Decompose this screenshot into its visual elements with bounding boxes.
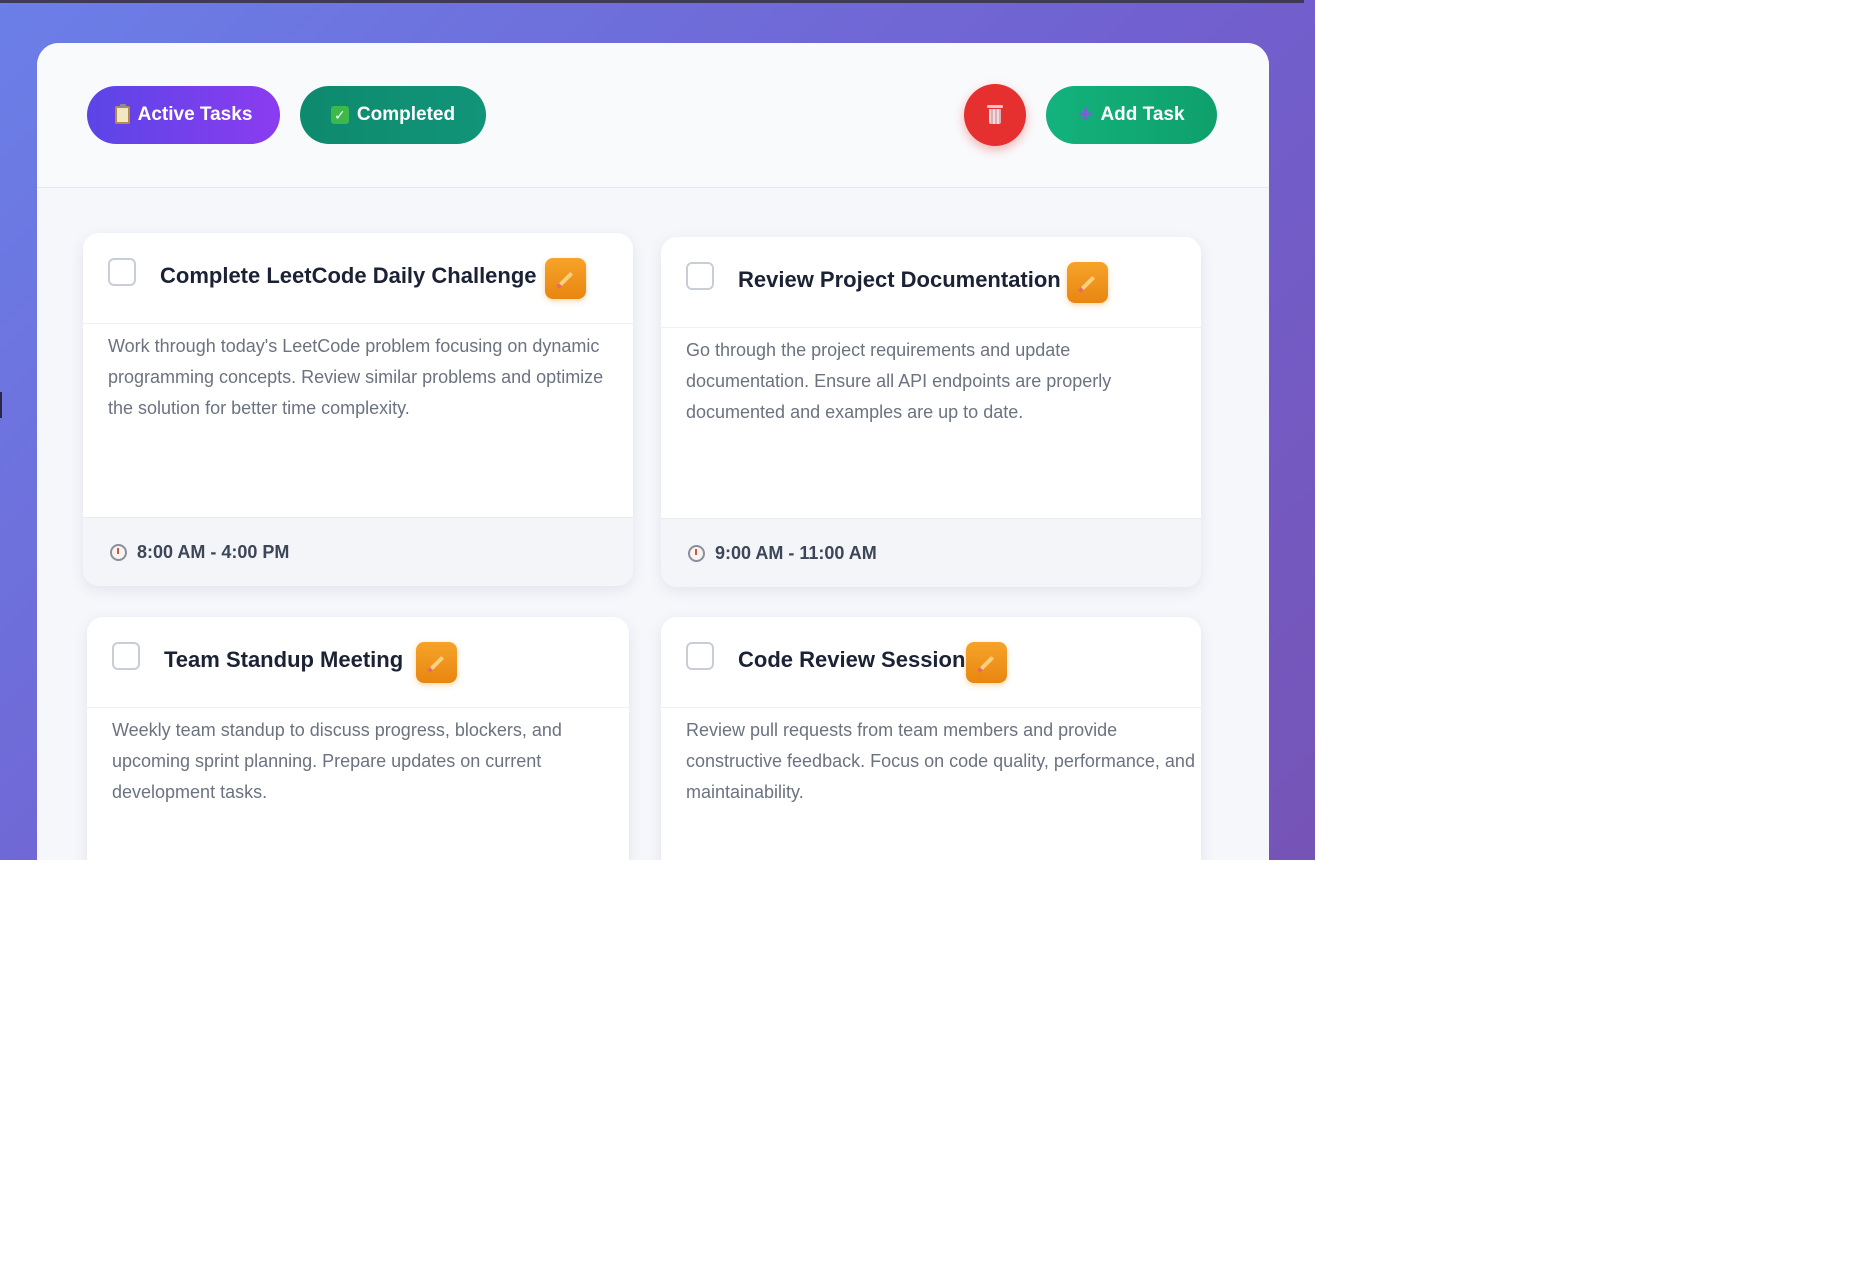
task-footer: 8:00 AM - 4:00 PM xyxy=(83,517,633,586)
task-footer: 9:00 AM - 11:00 AM xyxy=(661,518,1201,587)
task-title: Team Standup Meeting xyxy=(164,647,404,672)
task-title: Code Review Session xyxy=(738,647,966,672)
app-background: Active Tasks ✓ Completed + Add Task Comp… xyxy=(0,0,1315,860)
edit-button[interactable] xyxy=(966,642,1007,683)
add-task-button[interactable]: + Add Task xyxy=(1046,86,1217,144)
pencil-icon xyxy=(429,655,444,670)
pencil-icon xyxy=(1080,275,1095,290)
completed-tab[interactable]: ✓ Completed xyxy=(300,86,486,144)
task-card: Complete LeetCode Daily Challenge Work t… xyxy=(83,233,633,586)
task-time: 9:00 AM - 11:00 AM xyxy=(715,543,877,563)
task-description: Go through the project requirements and … xyxy=(686,340,1112,422)
active-tasks-tab[interactable]: Active Tasks xyxy=(87,86,280,144)
clock-icon xyxy=(688,545,705,562)
task-card: Team Standup Meeting Weekly team standup… xyxy=(87,617,629,860)
completed-label: Completed xyxy=(356,104,456,125)
edit-button[interactable] xyxy=(545,258,586,299)
task-card-header: Team Standup Meeting xyxy=(87,617,629,708)
edit-button[interactable] xyxy=(1067,262,1108,303)
edit-button[interactable] xyxy=(416,642,457,683)
add-task-label: Add Task xyxy=(1100,104,1185,125)
task-description: Review pull requests from team members a… xyxy=(686,720,1195,802)
task-card: Code Review Session Review pull requests… xyxy=(661,617,1201,860)
delete-button[interactable] xyxy=(964,84,1026,146)
task-card: Review Project Documentation Go through … xyxy=(661,237,1201,587)
task-title: Complete LeetCode Daily Challenge xyxy=(160,263,537,288)
task-card-header: Code Review Session xyxy=(661,617,1201,708)
task-checkbox[interactable] xyxy=(686,262,714,290)
task-card-header: Review Project Documentation xyxy=(661,237,1201,328)
check-box-icon: ✓ xyxy=(330,106,349,124)
trash-icon xyxy=(986,105,1004,125)
plus-icon: + xyxy=(1078,101,1093,128)
clipboard-icon xyxy=(114,104,130,124)
pencil-icon xyxy=(979,655,994,670)
task-card-header: Complete LeetCode Daily Challenge xyxy=(83,233,633,324)
scroll-marker xyxy=(0,392,2,418)
task-checkbox[interactable] xyxy=(108,258,136,286)
toolbar: Active Tasks ✓ Completed + Add Task xyxy=(37,43,1269,188)
task-description: Work through today's LeetCode problem fo… xyxy=(108,336,604,418)
active-tasks-label: Active Tasks xyxy=(137,104,253,125)
task-title: Review Project Documentation xyxy=(738,267,1061,292)
task-description: Weekly team standup to discuss progress,… xyxy=(112,720,562,802)
task-board: Active Tasks ✓ Completed + Add Task Comp… xyxy=(37,43,1269,860)
clock-icon xyxy=(110,544,127,561)
task-time: 8:00 AM - 4:00 PM xyxy=(137,542,290,562)
pencil-icon xyxy=(558,271,573,286)
task-checkbox[interactable] xyxy=(686,642,714,670)
task-checkbox[interactable] xyxy=(112,642,140,670)
